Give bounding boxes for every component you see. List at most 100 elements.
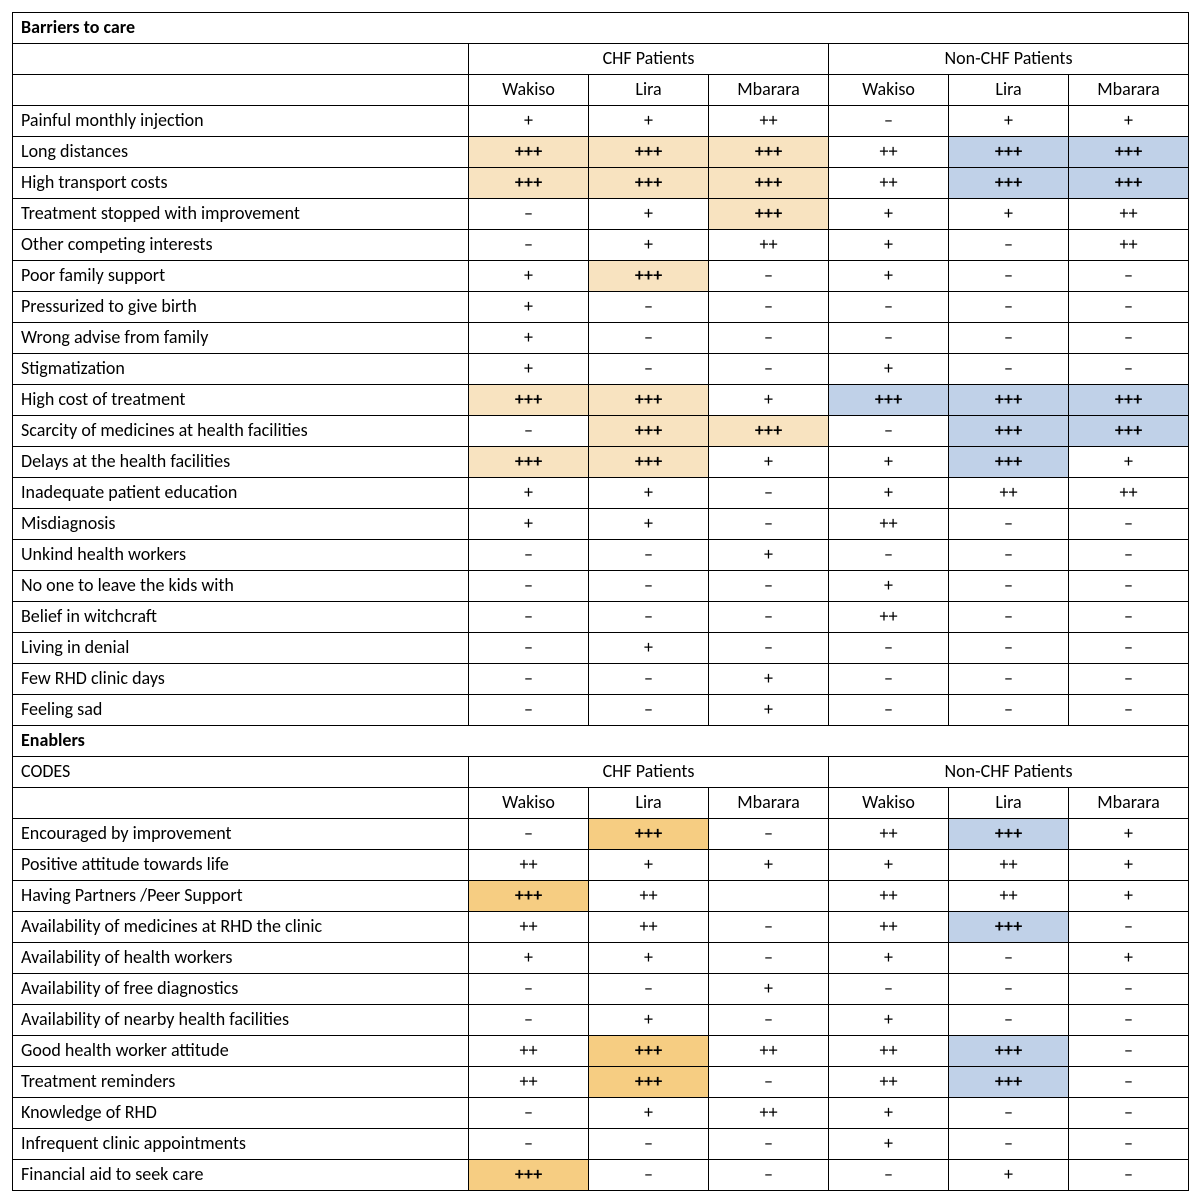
data-cell: ++: [709, 230, 829, 261]
data-cell: –: [829, 633, 949, 664]
row-label: Misdiagnosis: [13, 509, 469, 540]
data-cell: ++: [709, 1036, 829, 1067]
data-cell: –: [949, 974, 1069, 1005]
data-cell: +++: [469, 168, 589, 199]
data-cell: –: [949, 230, 1069, 261]
row-label: Feeling sad: [13, 695, 469, 726]
table-row: Having Partners /Peer Support++++++++++: [13, 881, 1189, 912]
data-cell: –: [589, 540, 709, 571]
data-cell: ++: [829, 509, 949, 540]
data-cell: –: [949, 571, 1069, 602]
data-cell: –: [829, 416, 949, 447]
data-cell: ++: [829, 137, 949, 168]
col-header-1: Lira: [589, 75, 709, 106]
data-cell: –: [709, 602, 829, 633]
data-cell: +++: [469, 447, 589, 478]
data-cell: –: [1069, 974, 1189, 1005]
data-cell: +: [829, 447, 949, 478]
data-cell: +++: [469, 881, 589, 912]
data-cell: –: [949, 292, 1069, 323]
data-cell: –: [469, 819, 589, 850]
table-row: Feeling sad––+–––: [13, 695, 1189, 726]
data-cell: –: [589, 1160, 709, 1191]
data-cell: –: [949, 509, 1069, 540]
data-cell: –: [829, 540, 949, 571]
data-cell: ++: [469, 1067, 589, 1098]
data-cell: –: [709, 1067, 829, 1098]
data-cell: +: [949, 1160, 1069, 1191]
row-label: Infrequent clinic appointments: [13, 1129, 469, 1160]
data-cell: +: [829, 943, 949, 974]
row-label: Availability of free diagnostics: [13, 974, 469, 1005]
data-cell: –: [949, 540, 1069, 571]
data-cell: +++: [949, 819, 1069, 850]
table-row: Availability of nearby health facilities…: [13, 1005, 1189, 1036]
table-row: Good health worker attitude++++++++++++–: [13, 1036, 1189, 1067]
data-cell: ++: [589, 912, 709, 943]
codes-label: CODES: [13, 757, 469, 788]
data-cell: ++: [1069, 199, 1189, 230]
table-row: High transport costs+++++++++++++++++: [13, 168, 1189, 199]
row-label: Availability of medicines at RHD the cli…: [13, 912, 469, 943]
table-row: Availability of free diagnostics––+–––: [13, 974, 1189, 1005]
data-cell: +: [829, 1098, 949, 1129]
data-cell: +: [469, 261, 589, 292]
data-cell: +++: [589, 385, 709, 416]
table-row: Belief in witchcraft–––++––: [13, 602, 1189, 633]
col-header-0: Wakiso: [469, 75, 589, 106]
col-header-1: Lira: [589, 788, 709, 819]
data-cell: –: [469, 974, 589, 1005]
data-cell: –: [1069, 602, 1189, 633]
col-spacer: [13, 75, 469, 106]
data-cell: +++: [1069, 137, 1189, 168]
data-cell: +: [949, 199, 1069, 230]
table-row: Treatment reminders+++++–+++++–: [13, 1067, 1189, 1098]
data-cell: –: [709, 323, 829, 354]
data-cell: –: [589, 695, 709, 726]
data-cell: –: [709, 819, 829, 850]
data-cell: ++: [829, 1036, 949, 1067]
data-cell: –: [469, 1005, 589, 1036]
col-header-0: Wakiso: [469, 788, 589, 819]
data-cell: –: [709, 943, 829, 974]
table-row: Painful monthly injection++++–++: [13, 106, 1189, 137]
table-row: Encouraged by improvement–+++–++++++: [13, 819, 1189, 850]
data-cell: –: [469, 633, 589, 664]
table-row: Scarcity of medicines at health faciliti…: [13, 416, 1189, 447]
data-cell: +++: [589, 819, 709, 850]
data-cell: –: [589, 602, 709, 633]
data-cell: +: [1069, 819, 1189, 850]
data-cell: –: [829, 664, 949, 695]
data-cell: –: [949, 1129, 1069, 1160]
data-cell: ++: [1069, 478, 1189, 509]
data-cell: ++: [469, 912, 589, 943]
data-cell: +++: [589, 447, 709, 478]
data-cell: –: [1069, 1129, 1189, 1160]
col-header-4: Lira: [949, 75, 1069, 106]
data-cell: +: [469, 323, 589, 354]
data-cell: +++: [829, 385, 949, 416]
data-cell: +: [589, 1005, 709, 1036]
data-cell: +++: [949, 416, 1069, 447]
data-cell: +++: [589, 1067, 709, 1098]
data-cell: +++: [589, 261, 709, 292]
data-cell: –: [589, 1129, 709, 1160]
data-cell: –: [1069, 695, 1189, 726]
data-cell: +++: [949, 1036, 1069, 1067]
data-cell: –: [709, 1005, 829, 1036]
data-cell: ++: [829, 602, 949, 633]
data-cell: –: [949, 261, 1069, 292]
data-cell: +: [829, 478, 949, 509]
data-cell: –: [949, 1098, 1069, 1129]
data-cell: +: [949, 106, 1069, 137]
data-cell: –: [709, 509, 829, 540]
data-cell: –: [589, 571, 709, 602]
data-cell: ++: [949, 850, 1069, 881]
row-label: Treatment stopped with improvement: [13, 199, 469, 230]
data-cell: +: [1069, 850, 1189, 881]
data-cell: +: [469, 478, 589, 509]
data-cell: –: [829, 695, 949, 726]
table-row: Positive attitude towards life++++++++: [13, 850, 1189, 881]
data-cell: ++: [829, 819, 949, 850]
row-label: Treatment reminders: [13, 1067, 469, 1098]
